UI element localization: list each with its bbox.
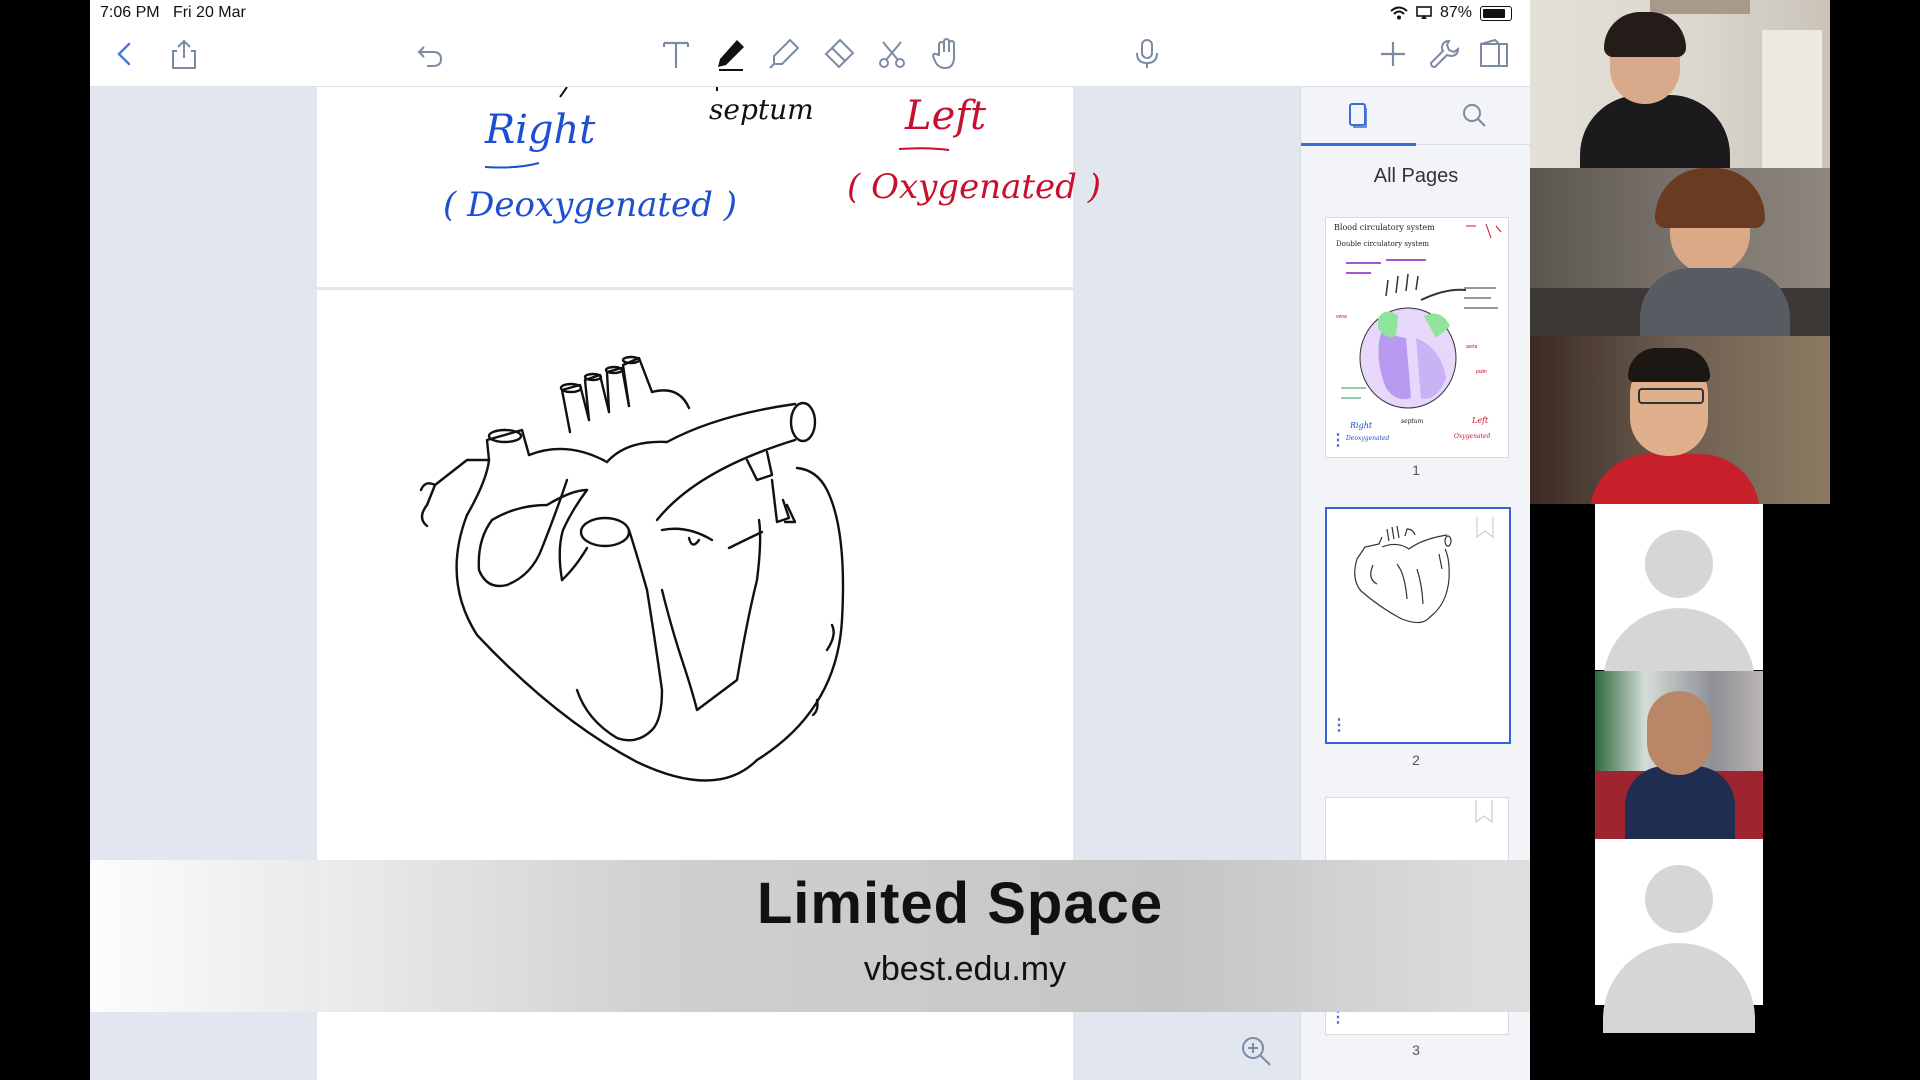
add-icon[interactable] <box>1373 34 1413 74</box>
wifi-icon <box>1390 6 1408 20</box>
svg-text:Left: Left <box>1471 416 1489 425</box>
highlighter-tool-icon[interactable] <box>764 34 804 74</box>
label-oxygenated: ( Oxygenated ) <box>847 167 1102 207</box>
thumbnail-2-preview <box>1354 517 1494 624</box>
participant-5-video[interactable] <box>1595 671 1763 839</box>
avatar-icon <box>1645 530 1713 598</box>
banner-title: Limited Space <box>756 871 1164 936</box>
eraser-tool-icon[interactable] <box>818 34 858 74</box>
label-right: Right <box>485 107 596 153</box>
pages-tab-icon[interactable] <box>1338 95 1378 135</box>
participant-4-avatar[interactable] <box>1595 504 1763 698</box>
page-thumbnail-1[interactable]: Blood circulatory system Double circulat… <box>1325 217 1509 458</box>
all-pages-heading: All Pages <box>1373 165 1459 187</box>
svg-text:Double circulatory system: Double circulatory system <box>1336 240 1429 248</box>
wrench-icon[interactable] <box>1424 34 1464 74</box>
svg-text:Deoxygenated: Deoxygenated <box>1345 435 1390 442</box>
svg-text:aorta: aorta <box>1466 344 1478 350</box>
participant-2-video[interactable] <box>1530 168 1830 336</box>
battery-icon <box>1480 5 1512 21</box>
search-tab-icon[interactable] <box>1454 95 1494 135</box>
svg-text:septum: septum <box>1401 418 1424 425</box>
sidebar-tabs <box>1301 87 1530 146</box>
screen-mirroring-icon <box>1416 6 1432 19</box>
note-page-1[interactable]: septum Right Left ( Deoxygenated ) ( Oxy… <box>317 87 1101 287</box>
battery-percent: 87% <box>1439 4 1472 21</box>
page-3-more-icon[interactable]: ⋮ <box>1326 1010 1350 1026</box>
label-left: Left <box>905 93 987 139</box>
page-number-3: 3 <box>1412 1042 1420 1058</box>
participant-6-avatar[interactable] <box>1595 839 1763 1033</box>
undo-icon[interactable] <box>410 34 450 74</box>
svg-text:Right: Right <box>1349 421 1373 430</box>
promo-banner: Limited Space vbest.edu.my <box>90 860 1530 1012</box>
avatar-icon <box>1645 865 1713 933</box>
microphone-icon[interactable] <box>1127 34 1167 74</box>
back-icon[interactable] <box>105 34 145 74</box>
pen-tool-icon[interactable] <box>710 34 750 74</box>
share-icon[interactable] <box>164 34 204 74</box>
page-thumbnail-2[interactable]: ⋮ <box>1325 507 1511 744</box>
status-time: 7:06 PM Fri 20 Mar <box>100 4 246 21</box>
page-2-more-icon[interactable]: ⋮ <box>1327 718 1351 734</box>
text-tool-icon[interactable] <box>656 34 696 74</box>
toolbar <box>90 26 1530 87</box>
hand-tool-icon[interactable] <box>926 34 966 74</box>
zoom-in-icon <box>1242 1037 1271 1066</box>
thumbnail-1-preview: Blood circulatory system Double circulat… <box>1334 223 1502 442</box>
page-number-1: 1 <box>1412 462 1420 478</box>
book-icon[interactable] <box>1474 34 1514 74</box>
label-septum: septum <box>709 93 814 126</box>
svg-text:pulm: pulm <box>1476 369 1487 375</box>
svg-text:Oxygenated: Oxygenated <box>1454 433 1490 440</box>
page-1-more-icon[interactable]: ⋮ <box>1326 433 1350 449</box>
svg-text:vena: vena <box>1336 314 1347 320</box>
banner-url: vbest.edu.my <box>863 950 1067 988</box>
svg-text:Blood circulatory system: Blood circulatory system <box>1334 223 1435 232</box>
lasso-tool-icon[interactable] <box>872 34 912 74</box>
label-deoxygenated: ( Deoxygenated ) <box>443 185 737 225</box>
participant-3-video[interactable] <box>1530 336 1830 504</box>
active-tab-indicator <box>1301 143 1416 146</box>
participant-1-video[interactable] <box>1530 0 1830 168</box>
page-number-2: 2 <box>1412 752 1420 768</box>
status-bar: 7:06 PM Fri 20 Mar 87% <box>90 0 1530 26</box>
zoom-in-button[interactable] <box>1235 1030 1277 1072</box>
